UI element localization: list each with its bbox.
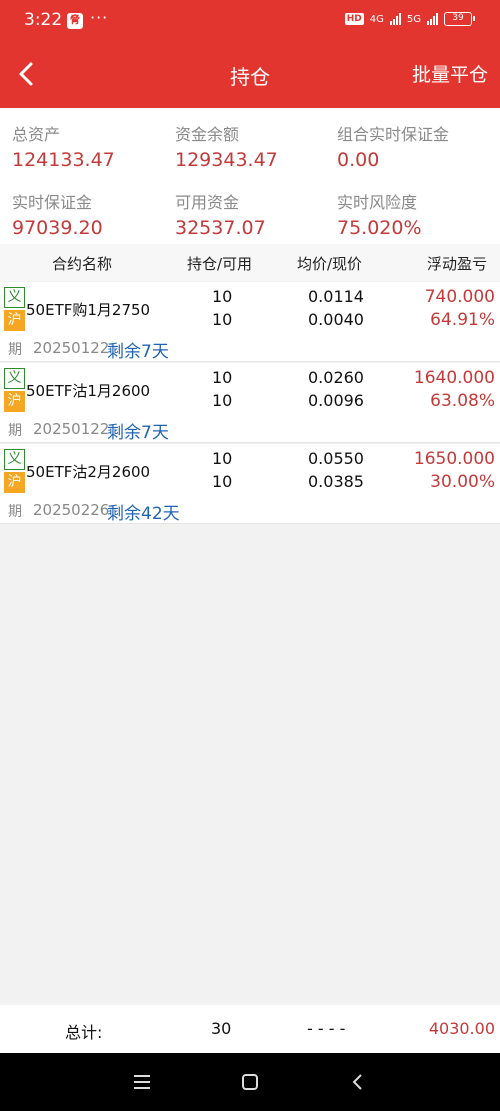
available-qty: 10	[212, 391, 233, 410]
summary-label: 资金余额	[175, 125, 240, 144]
summary-available-funds: 可用资金 32537.07	[175, 189, 266, 239]
back-icon[interactable]	[343, 1067, 373, 1097]
floating-pl-percent: 64.91%	[430, 310, 495, 330]
table-header: 合约名称 持仓/可用 均价/现价 浮动盈亏	[0, 244, 500, 281]
avg-price: 0.0260	[308, 368, 364, 387]
total-quantity: 30	[211, 1019, 232, 1038]
obligation-badge: 义	[4, 449, 25, 470]
column-header-name: 合约名称	[52, 255, 113, 273]
expiry-date: 20250122	[33, 420, 110, 438]
option-badge: 期	[8, 423, 22, 439]
summary-realtime-margin: 实时保证金 97039.20	[12, 189, 103, 239]
nav-bar: 持仓 批量平仓	[0, 45, 500, 108]
signal-icon-2	[427, 13, 438, 25]
days-remaining: 剩余7天	[107, 342, 169, 362]
status-indicators: HD 4G 5G 39	[344, 12, 475, 26]
summary-value: 97039.20	[12, 217, 103, 239]
table-row[interactable]: 义 沪 期 50ETF沽2月2600 20250226 剩余42天 10 10 …	[0, 444, 500, 524]
totals-bar: 总计: 30 - - - - 4030.00	[0, 1005, 500, 1053]
summary-label: 组合实时保证金	[337, 125, 450, 144]
floating-pl: 1650.000	[413, 449, 495, 469]
table-row[interactable]: 义 沪 期 50ETF沽1月2600 20250122 剩余7天 10 10 0…	[0, 363, 500, 443]
position-qty: 10	[212, 368, 233, 387]
summary-label: 可用资金	[175, 193, 240, 212]
status-time: 3:22	[24, 10, 63, 30]
available-qty: 10	[212, 472, 233, 491]
expiry-date: 20250122	[33, 339, 110, 357]
available-qty: 10	[212, 310, 233, 329]
summary-value: 129343.47	[175, 149, 278, 171]
batch-close-button[interactable]: 批量平仓	[412, 60, 488, 87]
summary-value: 124133.47	[12, 149, 115, 171]
summary-label: 总资产	[12, 125, 61, 144]
position-qty: 10	[212, 287, 233, 306]
menu-icon[interactable]	[127, 1067, 157, 1097]
summary-value: 0.00	[337, 149, 380, 171]
column-header-price: 均价/现价	[297, 255, 363, 273]
market-sh-badge: 沪	[4, 391, 25, 412]
market-sh-badge: 沪	[4, 472, 25, 493]
column-header-position: 持仓/可用	[187, 255, 253, 273]
network-5g-label: 5G	[406, 13, 421, 25]
system-nav-bar	[0, 1053, 500, 1111]
floating-pl: 1640.000	[413, 368, 495, 388]
app-notification-icon: 脅	[67, 13, 83, 29]
market-sh-badge: 沪	[4, 310, 25, 331]
option-badge: 期	[8, 504, 22, 520]
contract-name: 50ETF沽2月2600	[26, 463, 151, 481]
days-remaining: 剩余7天	[107, 423, 169, 443]
total-pl: 4030.00	[428, 1019, 495, 1038]
summary-risk-ratio: 实时风险度 75.020%	[337, 189, 422, 239]
battery-icon: 39	[444, 12, 475, 26]
position-qty: 10	[212, 449, 233, 468]
avg-price: 0.0550	[308, 449, 364, 468]
floating-pl-percent: 30.00%	[430, 472, 495, 492]
column-header-pl: 浮动盈亏	[427, 255, 488, 273]
avg-price: 0.0114	[308, 287, 364, 306]
total-price-placeholder: - - - -	[307, 1019, 346, 1038]
current-price: 0.0096	[308, 391, 364, 410]
contract-name: 50ETF购1月2750	[26, 301, 151, 319]
summary-combo-margin: 组合实时保证金 0.00	[337, 121, 449, 171]
current-price: 0.0385	[308, 472, 364, 491]
contract-name: 50ETF沽1月2600	[26, 382, 151, 400]
status-bar: 3:22 脅 ··· HD 4G 5G 39	[0, 0, 500, 45]
home-icon[interactable]	[235, 1067, 265, 1097]
summary-total-assets: 总资产 124133.47	[12, 121, 115, 171]
account-summary: 总资产 124133.47 资金余额 129343.47 组合实时保证金 0.0…	[0, 108, 500, 244]
obligation-badge: 义	[4, 287, 25, 308]
summary-fund-balance: 资金余额 129343.47	[175, 121, 278, 171]
summary-value: 75.020%	[337, 217, 422, 239]
days-remaining: 剩余42天	[107, 504, 180, 524]
current-price: 0.0040	[308, 310, 364, 329]
floating-pl: 740.000	[424, 287, 495, 307]
summary-label: 实时保证金	[12, 193, 93, 212]
expiry-date: 20250226	[33, 501, 110, 519]
obligation-badge: 义	[4, 368, 25, 389]
table-row[interactable]: 义 沪 期 50ETF购1月2750 20250122 剩余7天 10 10 0…	[0, 282, 500, 362]
floating-pl-percent: 63.08%	[430, 391, 495, 411]
more-notifications-icon: ···	[90, 8, 109, 27]
total-label: 总计:	[65, 1023, 103, 1042]
option-badge: 期	[8, 342, 22, 358]
signal-icon-1	[389, 13, 401, 25]
hd-icon: HD	[344, 13, 364, 25]
summary-label: 实时风险度	[337, 193, 418, 212]
network-4g-label: 4G	[369, 13, 384, 25]
summary-value: 32537.07	[175, 217, 266, 239]
